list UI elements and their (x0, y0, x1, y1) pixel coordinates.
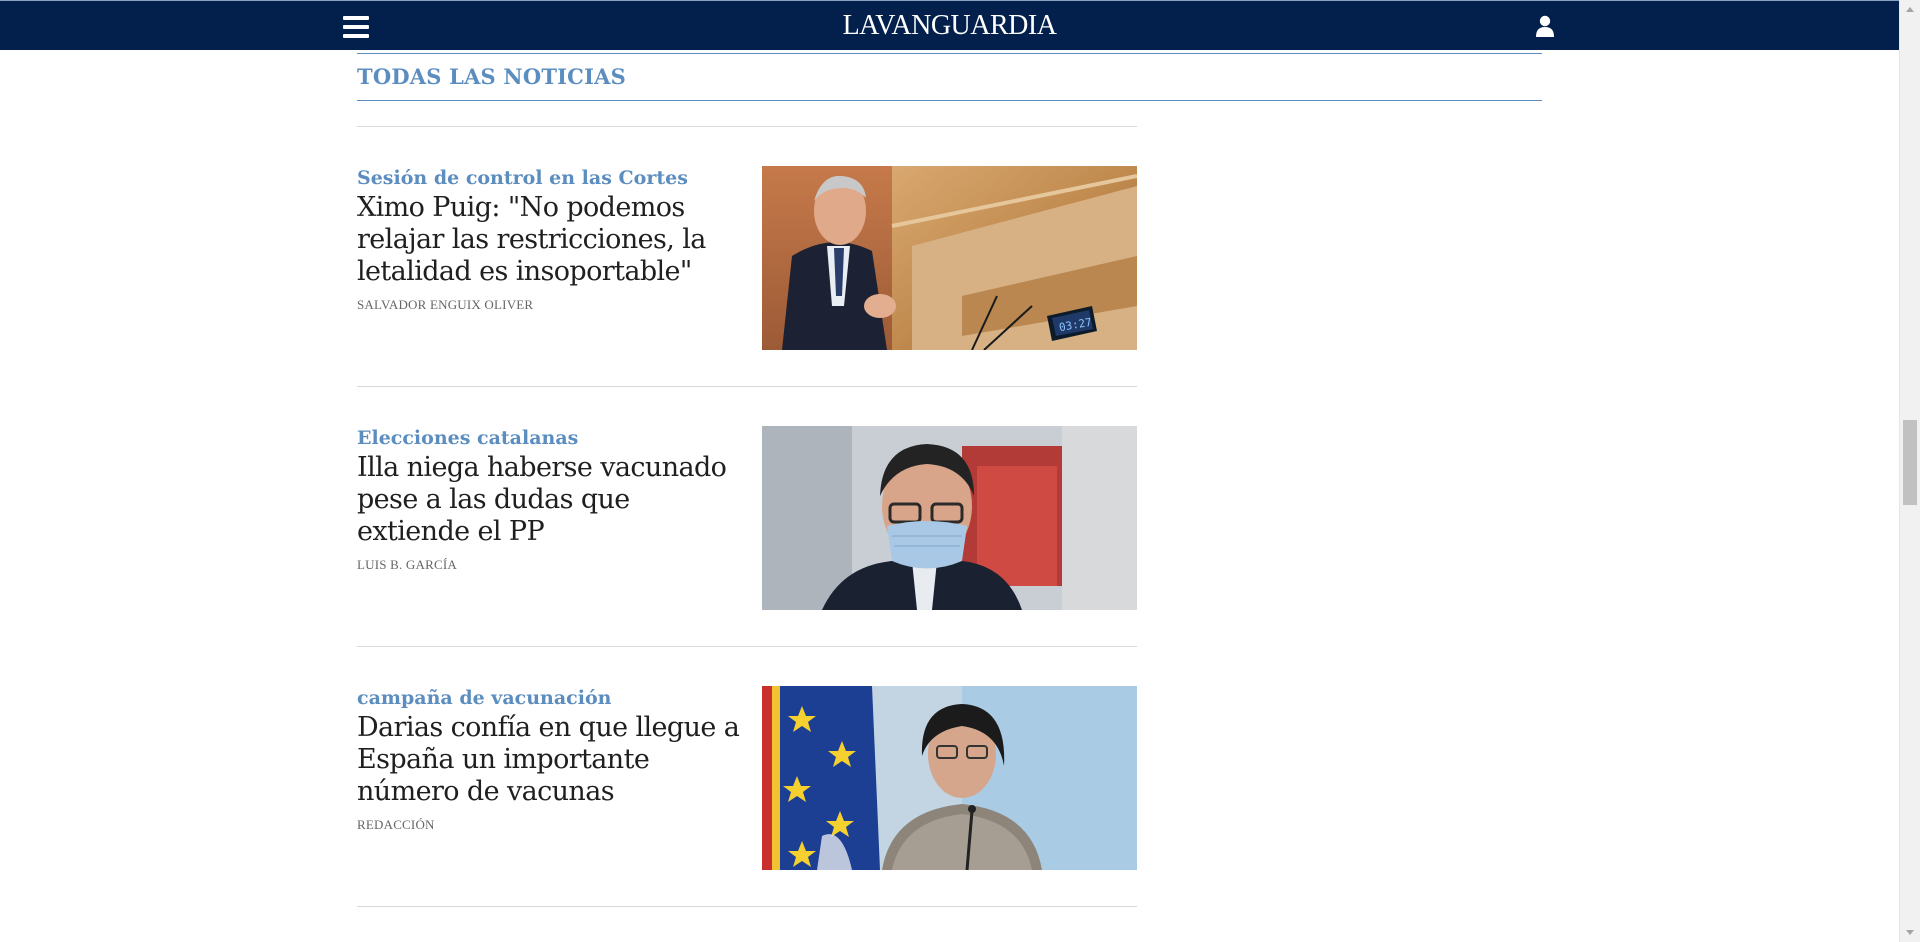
article-divider (357, 126, 1137, 127)
scroll-up-arrow-icon[interactable] (1906, 7, 1914, 12)
article-author: REDACCIÓN (357, 817, 435, 832)
scroll-down-arrow-icon[interactable] (1906, 930, 1914, 935)
vertical-scrollbar[interactable] (1899, 0, 1920, 942)
article-item[interactable]: Sesión de control en las Cortes Ximo Pui… (357, 166, 1137, 350)
article-headline[interactable]: Ximo Puig: "No podemos relajar las restr… (357, 192, 747, 288)
article-image[interactable]: 03:27 (762, 166, 1137, 350)
article-author: LUIS B. GARCÍA (357, 557, 457, 572)
article-divider (357, 386, 1137, 387)
top-navigation-bar: LAVANGUARDIA (0, 0, 1899, 50)
page: LAVANGUARDIA TODAS LAS NOTICIAS Sesión d… (0, 0, 1920, 942)
user-icon[interactable] (1535, 15, 1555, 37)
article-kicker[interactable]: Sesión de control en las Cortes (357, 166, 688, 190)
section-bottom-rule (357, 100, 1542, 101)
article-kicker[interactable]: Elecciones catalanas (357, 426, 578, 450)
article-headline[interactable]: Darias confía en que llegue a España un … (357, 712, 747, 808)
article-kicker[interactable]: campaña de vacunación (357, 686, 611, 710)
article-image[interactable] (762, 686, 1137, 870)
article-divider (357, 646, 1137, 647)
scroll-thumb[interactable] (1903, 420, 1917, 505)
article-item[interactable]: Elecciones catalanas Illa niega haberse … (357, 426, 1137, 610)
article-author: SALVADOR ENGUIX OLIVER (357, 297, 534, 312)
section-top-rule (357, 53, 1542, 54)
article-headline[interactable]: Illa niega haberse vacunado pese a las d… (357, 452, 747, 548)
article-image[interactable] (762, 426, 1137, 610)
article-item[interactable]: campaña de vacunación Darias confía en q… (357, 686, 1137, 870)
article-divider (357, 906, 1137, 907)
site-logo[interactable]: LAVANGUARDIA (0, 11, 1899, 41)
section-title[interactable]: TODAS LAS NOTICIAS (357, 64, 626, 90)
